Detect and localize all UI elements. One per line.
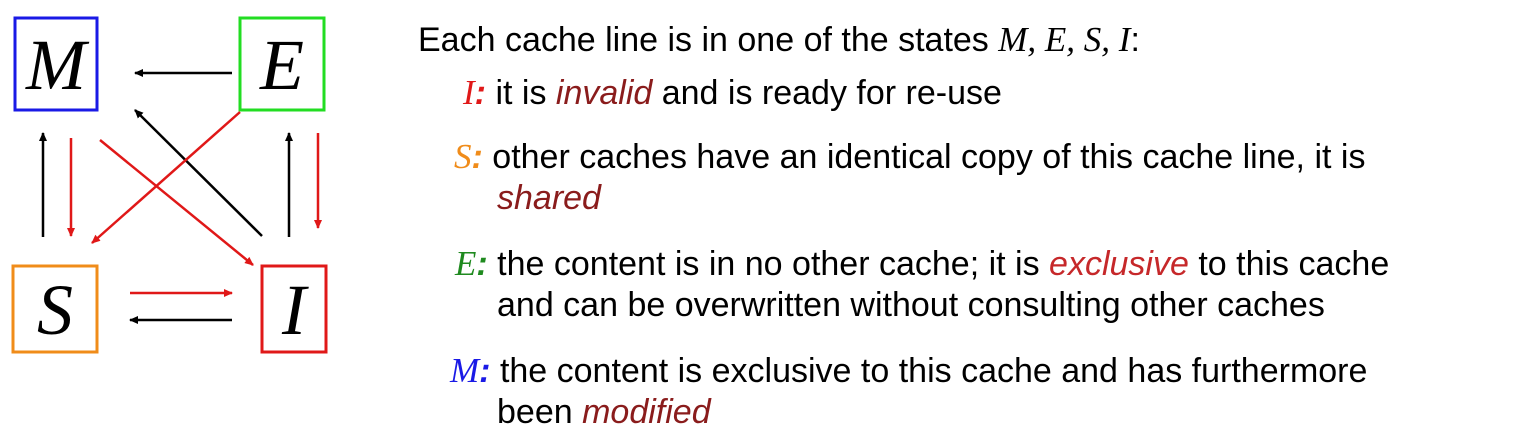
item-colon-i: : [474, 74, 486, 112]
item-key-e: E [455, 244, 477, 283]
item-text: and can be overwritten without consultin… [497, 286, 1325, 324]
item-text: been [497, 393, 583, 431]
item-text: other caches have an identical copy of t… [492, 138, 1366, 176]
item-emphasis: modified [582, 393, 711, 431]
item-key-i: I [463, 73, 475, 112]
item-text: the content is exclusive to this cache a… [499, 352, 1368, 390]
intro-states: M, E, S, I [998, 20, 1131, 59]
item-text: the content is in no other cache; it is [497, 245, 1050, 283]
list-item-i: I: it is invalid and is ready for re-use [463, 73, 1002, 113]
list-item-m: M: the content is exclusive to this cach… [450, 351, 1367, 391]
item-colon-e: : [476, 245, 488, 283]
item-colon-m: : [479, 352, 491, 390]
item-emphasis: exclusive [1049, 245, 1189, 283]
item-colon-s: : [471, 138, 483, 176]
list-item-s-cont: shared [497, 178, 601, 218]
list-item-s: S: other caches have an identical copy o… [454, 137, 1365, 177]
item-text: it is [495, 74, 556, 112]
item-key-s: S [454, 137, 472, 176]
item-emphasis: shared [497, 179, 601, 217]
list-item-e-cont: and can be overwritten without consultin… [497, 285, 1325, 325]
intro-suffix: : [1130, 21, 1140, 59]
intro-line: Each cache line is in one of the states … [418, 20, 1140, 60]
list-item-m-cont: been modified [497, 392, 711, 432]
item-text: and is ready for re-use [652, 74, 1002, 112]
item-key-m: M [450, 351, 480, 390]
state-description-text: Each cache line is in one of the states … [0, 0, 1517, 439]
item-emphasis: invalid [555, 74, 653, 112]
list-item-e: E: the content is in no other cache; it … [455, 244, 1389, 284]
item-text: to this cache [1188, 245, 1390, 283]
intro-prefix: Each cache line is in one of the states [418, 21, 999, 59]
